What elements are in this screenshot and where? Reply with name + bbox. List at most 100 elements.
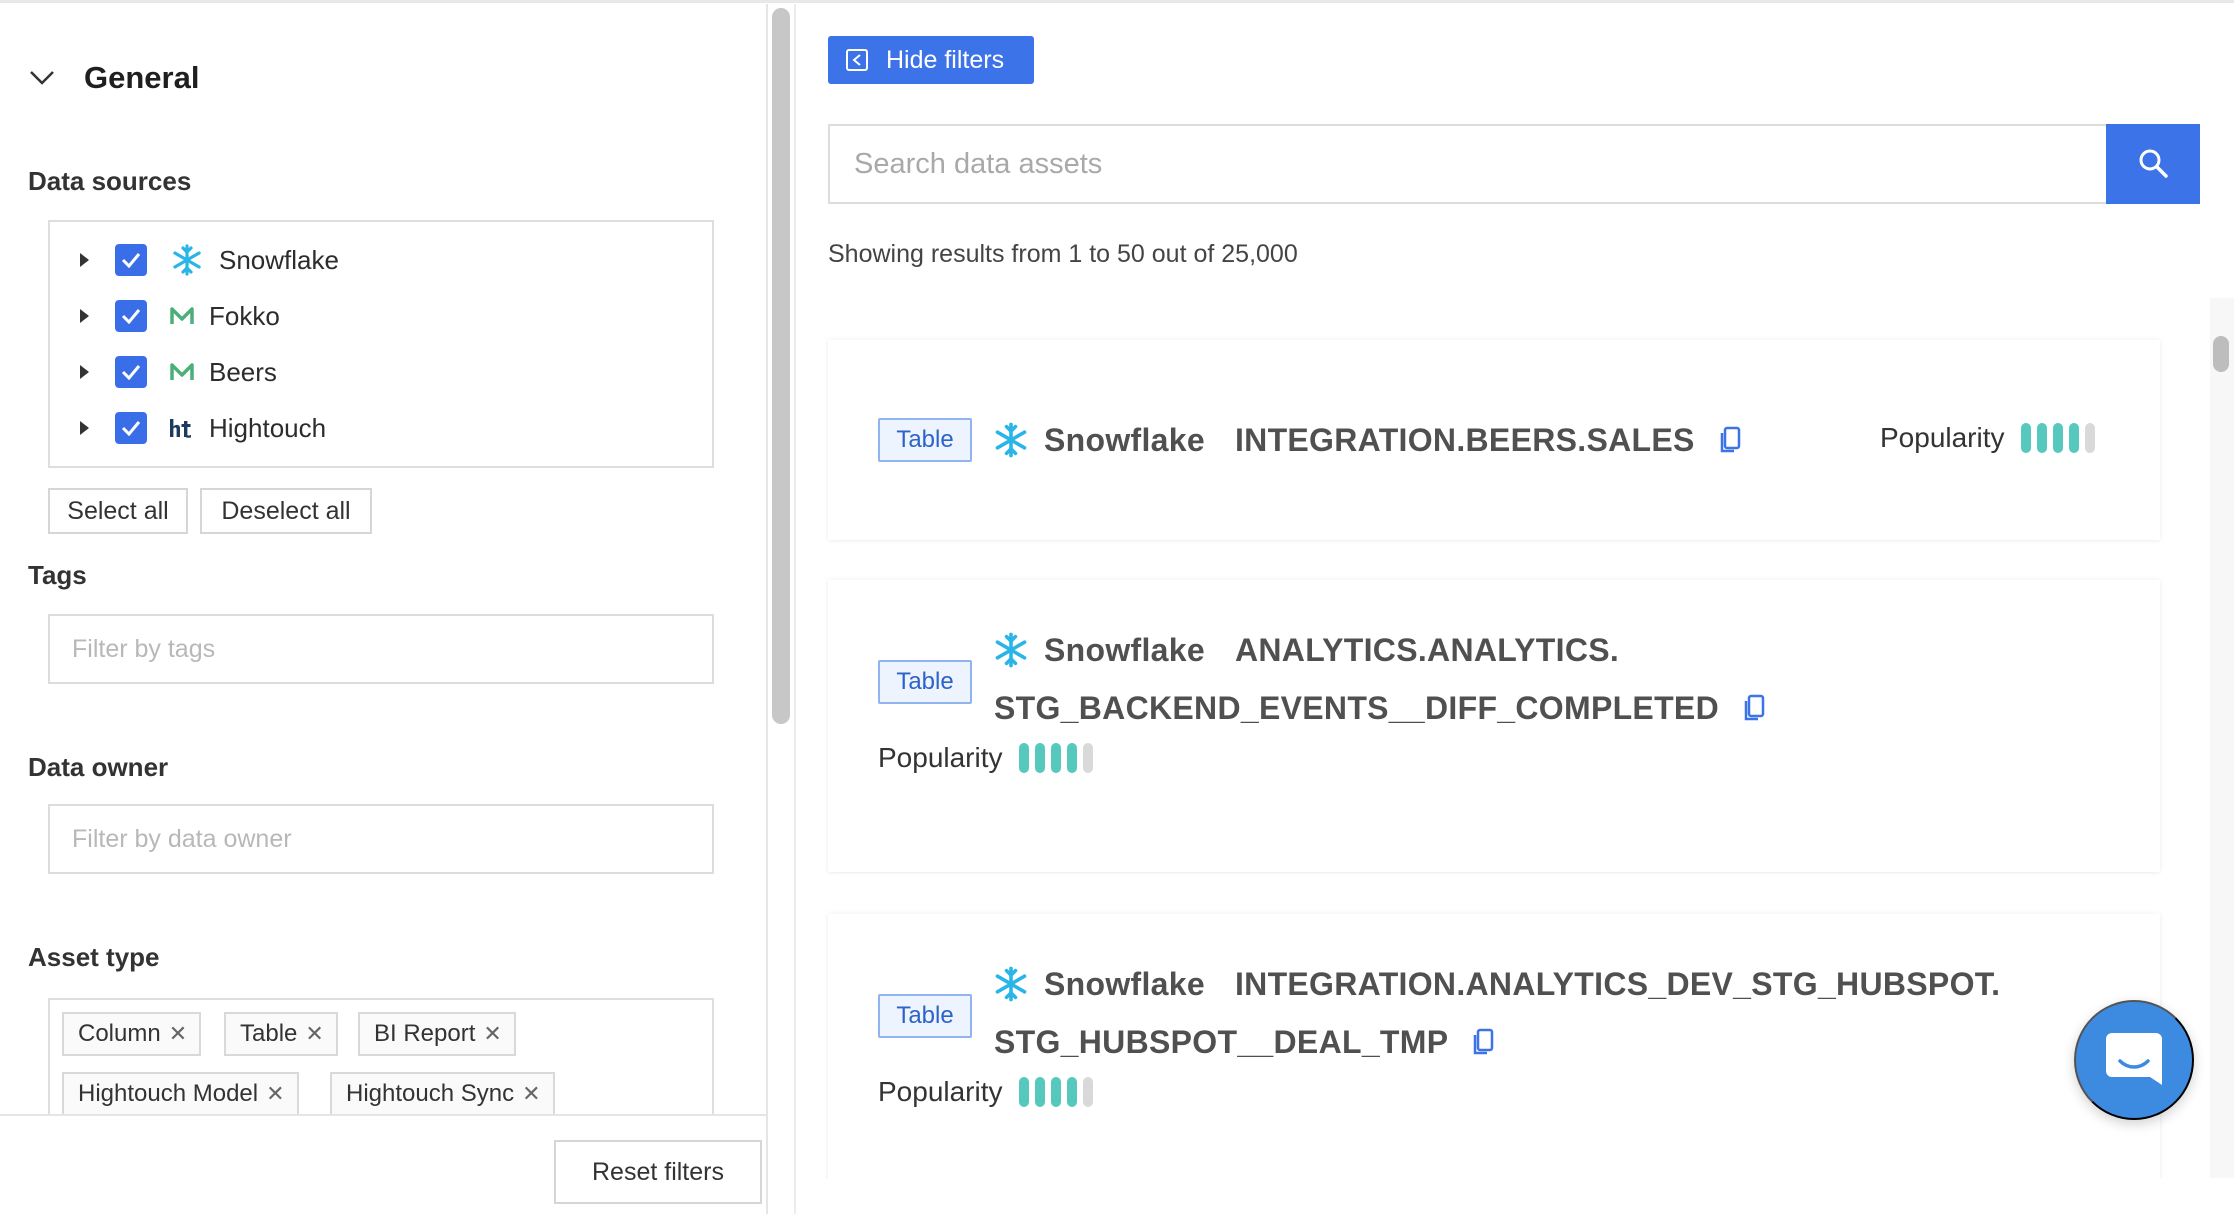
data-source-label: Beers [209, 356, 277, 387]
remove-chip-icon[interactable]: ✕ [266, 1081, 284, 1107]
hide-filters-button[interactable]: Hide filters [828, 36, 1034, 84]
popularity-label: Popularity [1880, 422, 2005, 453]
result-card[interactable]: Table Snowflake INTEGRATION.ANALYTICS_DE… [828, 914, 2160, 1178]
collapse-panel-icon [846, 49, 868, 71]
data-source-row-hightouch[interactable]: Hightouch [50, 400, 712, 456]
chip-label: Hightouch Sync [346, 1080, 515, 1107]
popularity-bar [1082, 743, 1093, 773]
filter-panel: General Data sources Snowflake Fokko Bee… [0, 4, 768, 1214]
select-all-button[interactable]: Select all [48, 488, 188, 534]
data-source-checkbox[interactable] [115, 412, 147, 444]
deselect-all-button[interactable]: Deselect all [200, 488, 372, 534]
popularity-indicator: Popularity [878, 742, 1099, 774]
asset-type-chip[interactable]: Hightouch Sync ✕ [330, 1072, 555, 1116]
remove-chip-icon[interactable]: ✕ [169, 1021, 187, 1047]
expand-caret-icon[interactable] [80, 365, 89, 379]
data-source-row-snowflake[interactable]: Snowflake [50, 232, 712, 288]
asset-type-label: Asset type [28, 942, 160, 972]
data-source-label: Fokko [209, 300, 280, 331]
popularity-bar [1050, 1077, 1061, 1107]
snowflake-icon [169, 242, 205, 278]
popularity-bar [1018, 1077, 1029, 1107]
result-title[interactable]: Snowflake ANALYTICS.ANALYTICS. [992, 630, 1619, 670]
snowflake-icon [992, 421, 1030, 459]
result-card[interactable]: Table Snowflake ANALYTICS.ANALYTICS. STG… [828, 580, 2160, 872]
results-scrollbar[interactable] [2210, 298, 2234, 1178]
search-input[interactable] [828, 124, 2108, 204]
popularity-indicator: Popularity [1880, 422, 2101, 454]
hide-filters-label: Hide filters [886, 45, 1005, 74]
expand-caret-icon[interactable] [80, 253, 89, 267]
asset-type-select[interactable]: Column ✕ Table ✕ BI Report ✕ Hightouch Mode… [48, 998, 714, 1118]
data-source-checkbox[interactable] [115, 356, 147, 388]
data-owner-label: Data owner [28, 752, 169, 782]
panel-divider [794, 4, 796, 1214]
data-source-row-beers[interactable]: Beers [50, 344, 712, 400]
general-title: General [84, 60, 200, 95]
popularity-indicator: Popularity [878, 1076, 1099, 1108]
data-source-checkbox[interactable] [115, 300, 147, 332]
copy-icon[interactable] [1743, 694, 1765, 722]
copy-icon[interactable] [1719, 426, 1741, 454]
result-source: Snowflake [1044, 965, 1205, 1002]
chip-label: Hightouch Model [78, 1080, 259, 1107]
result-title-continued[interactable]: STG_HUBSPOT__DEAL_TMP [994, 1022, 1494, 1062]
asset-type-badge: Table [878, 418, 972, 462]
filter-panel-scrollbar[interactable] [772, 8, 790, 724]
copy-icon[interactable] [1472, 1028, 1494, 1056]
chevron-down-icon[interactable] [28, 64, 56, 92]
results-scrollbar-thumb[interactable] [2213, 336, 2229, 372]
remove-chip-icon[interactable]: ✕ [522, 1081, 540, 1107]
remove-chip-icon[interactable]: ✕ [483, 1021, 501, 1047]
expand-caret-icon[interactable] [80, 421, 89, 435]
data-source-checkbox[interactable] [115, 244, 147, 276]
data-source-row-fokko[interactable]: Fokko [50, 288, 712, 344]
search-button[interactable] [2106, 124, 2200, 204]
asset-type-chip[interactable]: Column ✕ [62, 1012, 202, 1056]
popularity-bar [2052, 423, 2063, 453]
popularity-label: Popularity [878, 1076, 1003, 1107]
result-card[interactable]: Table Snowflake INTEGRATION.BEERS.SALES … [828, 340, 2160, 540]
result-path: STG_BACKEND_EVENTS__DIFF_COMPLETED [994, 689, 1719, 726]
search-icon [2137, 147, 2169, 182]
result-title-continued[interactable]: STG_BACKEND_EVENTS__DIFF_COMPLETED [994, 688, 1765, 728]
result-path: INTEGRATION.ANALYTICS_DEV_STG_HUBSPOT. [1234, 965, 2001, 1002]
results-list: Table Snowflake INTEGRATION.BEERS.SALES … [808, 298, 2208, 1178]
result-title[interactable]: Snowflake INTEGRATION.ANALYTICS_DEV_STG_… [992, 964, 2000, 1004]
chip-label: Table [240, 1020, 298, 1047]
data-source-label: Snowflake [219, 244, 339, 275]
tags-label: Tags [28, 560, 87, 590]
data-sources-tree: Snowflake Fokko Beers Hightouch [48, 220, 714, 468]
snowflake-icon [992, 965, 1030, 1003]
result-path: STG_HUBSPOT__DEAL_TMP [994, 1023, 1449, 1060]
hightouch-icon [169, 410, 195, 446]
popularity-bar [2020, 423, 2031, 453]
result-path: ANALYTICS.ANALYTICS. [1234, 631, 1620, 668]
data-sources-label: Data sources [28, 166, 192, 196]
popularity-bar [1082, 1077, 1093, 1107]
remove-chip-icon[interactable]: ✕ [305, 1021, 323, 1047]
result-path: INTEGRATION.BEERS.SALES [1234, 421, 1695, 458]
reset-filters-button[interactable]: Reset filters [554, 1140, 762, 1204]
result-title[interactable]: Snowflake INTEGRATION.BEERS.SALES [992, 420, 1741, 460]
asset-type-chip[interactable]: Hightouch Model ✕ [62, 1072, 299, 1116]
popularity-bar [2068, 423, 2079, 453]
asset-type-chip[interactable]: BI Report ✕ [358, 1012, 516, 1056]
m-logo-icon [169, 354, 195, 390]
data-owner-filter-input[interactable] [48, 804, 714, 874]
popularity-label: Popularity [878, 742, 1003, 773]
tags-filter-input[interactable] [48, 614, 714, 684]
search-bar [828, 124, 2200, 204]
snowflake-icon [992, 631, 1030, 669]
result-source: Snowflake [1044, 631, 1205, 668]
popularity-bar [1066, 743, 1077, 773]
popularity-bar [1050, 743, 1061, 773]
popularity-bar [2036, 423, 2047, 453]
chat-launcher-button[interactable] [2074, 1000, 2194, 1120]
expand-caret-icon[interactable] [80, 309, 89, 323]
result-source: Snowflake [1044, 421, 1205, 458]
general-section-header[interactable]: General [28, 60, 199, 96]
asset-type-chip[interactable]: Table ✕ [224, 1012, 338, 1056]
popularity-bars [1018, 743, 1099, 773]
popularity-bar [1018, 743, 1029, 773]
